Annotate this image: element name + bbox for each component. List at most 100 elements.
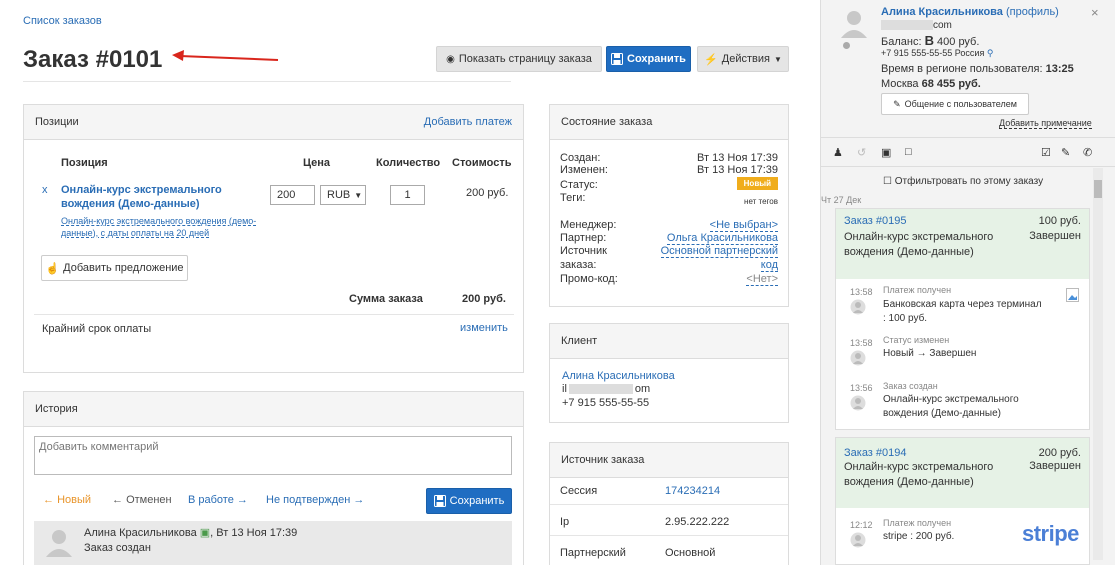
tags-label: Теги: xyxy=(560,192,586,204)
event-title: Платеж получен xyxy=(883,518,952,528)
comment-icon: ▣ xyxy=(199,527,211,539)
changed-label: Изменен: xyxy=(560,164,608,176)
annotation-arrow-icon xyxy=(172,50,279,61)
page-title: Заказ #0101 xyxy=(23,46,163,73)
chat-with-user-button[interactable]: ✎ Общение с пользователем xyxy=(881,93,1029,115)
check-tab-icon[interactable]: ☑ xyxy=(1041,146,1051,159)
order-event-card: Заказ #0195 100 руб. Онлайн-курс экстрем… xyxy=(835,208,1090,430)
order-link[interactable]: Заказ #0195 xyxy=(844,215,907,227)
quantity-input[interactable]: 1 xyxy=(390,185,425,205)
source-link[interactable]: Основной партнерский xyxy=(660,245,778,258)
event-title: Платеж получен xyxy=(883,285,952,295)
col-qty: Количество xyxy=(376,157,441,169)
phone-tab-icon[interactable]: ✆ xyxy=(1083,146,1092,159)
add-note-link[interactable]: Добавить примечание xyxy=(999,118,1092,129)
profile-link[interactable]: (профиль) xyxy=(1006,6,1059,18)
history-entry-meta: Алина Красильникова ▣, Вт 13 Ноя 17:39 xyxy=(84,527,298,539)
pencil-tab-icon[interactable]: ✎ xyxy=(1061,146,1070,159)
client-name-link[interactable]: Алина Красильникова xyxy=(562,370,675,382)
item-name-link[interactable]: Онлайн-курс экстремального вождения (Дем… xyxy=(61,183,246,211)
status-cancelled-link[interactable]: ← Отменен xyxy=(112,494,172,506)
partner-link[interactable]: Ольга Красильникова xyxy=(666,232,778,245)
cart-tab-icon[interactable]: ▣ xyxy=(881,146,891,159)
divider xyxy=(550,504,788,505)
status-in-progress-link[interactable]: В работе → xyxy=(188,494,248,506)
partner-source-label: Партнерский xyxy=(560,547,626,559)
session-link[interactable]: 174234214 xyxy=(665,485,720,497)
order-product: Онлайн-курс экстремального вождения (Дем… xyxy=(844,461,994,488)
col-cost: Стоимость xyxy=(452,157,512,169)
order-status: Завершен xyxy=(1029,460,1081,472)
tags-value[interactable]: нет тегов xyxy=(744,197,778,206)
order-source-header: Источник заказа xyxy=(550,443,788,478)
divider xyxy=(34,314,514,315)
title-divider xyxy=(23,81,511,82)
client-email: il om xyxy=(562,383,651,395)
show-order-page-button[interactable]: ◉ Показать страницу заказа xyxy=(436,46,602,72)
history-save-button[interactable]: Сохранить xyxy=(426,488,512,514)
client-header: Клиент xyxy=(550,324,788,359)
user-balance: Баланс: B 400 руб. xyxy=(881,33,980,48)
save-button[interactable]: Сохранить xyxy=(606,46,691,72)
event-text: stripe : 200 руб. xyxy=(883,531,955,542)
manager-select-link[interactable]: <Не выбран> xyxy=(709,219,778,232)
source-link-cont[interactable]: код xyxy=(760,259,778,272)
ip-label: Ip xyxy=(560,516,570,528)
filter-by-order[interactable]: ☐ Отфильтровать по этому заказу xyxy=(883,176,1043,187)
item-description[interactable]: Онлайн-курс экстремального вождения (дем… xyxy=(61,215,261,239)
order-product: Онлайн-курс экстремального вождения (Дем… xyxy=(844,231,994,258)
price-input[interactable]: 200 xyxy=(270,185,315,205)
user-name-link[interactable]: Алина Красильникова xyxy=(881,6,1003,18)
status-new-link[interactable]: ← Новый xyxy=(43,494,91,506)
user-sidebar: Алина Красильникова (профиль) × com Бала… xyxy=(820,0,1115,565)
document-tab-icon[interactable]: □ xyxy=(905,146,912,158)
add-offer-button[interactable]: ☝ Добавить предложение xyxy=(41,255,188,281)
history-entry: Алина Красильникова ▣, Вт 13 Ноя 17:39 З… xyxy=(34,521,512,565)
history-tab-icon[interactable]: ↺ xyxy=(857,146,866,159)
order-source-panel: Источник заказа Сессия 174234214 Ip 2.95… xyxy=(549,442,789,565)
order-event-card: Заказ #0194 200 руб. Онлайн-курс экстрем… xyxy=(835,437,1090,565)
client-panel: Клиент Алина Красильникова il om +7 915 5… xyxy=(549,323,789,423)
event-time: 13:58 xyxy=(850,287,873,297)
status-unconfirmed-link[interactable]: Не подтвержден → xyxy=(266,494,364,506)
user-name-line: Алина Красильникова (профиль) xyxy=(881,6,1059,18)
user-avatar-icon xyxy=(850,350,866,366)
search-icon[interactable]: ⚲ xyxy=(987,48,994,58)
order-link[interactable]: Заказ #0194 xyxy=(844,447,907,459)
event-title: Статус изменен xyxy=(883,335,950,345)
user-email: com xyxy=(881,20,952,31)
user-avatar-icon xyxy=(850,299,866,315)
stripe-logo: stripe xyxy=(1022,521,1079,546)
currency-select[interactable]: RUB ▼ xyxy=(320,185,366,205)
checkbox-icon[interactable]: ☐ xyxy=(883,176,892,187)
scrollbar[interactable] xyxy=(1093,168,1103,560)
order-card-head: Заказ #0194 200 руб. Онлайн-курс экстрем… xyxy=(836,438,1089,508)
promo-link[interactable]: <Нет> xyxy=(746,273,778,286)
remove-item-button[interactable]: x xyxy=(42,184,48,196)
col-position: Позиция xyxy=(61,157,108,169)
close-icon[interactable]: × xyxy=(1091,5,1099,20)
history-header: История xyxy=(24,392,523,427)
event-time: 12:12 xyxy=(850,520,873,530)
user-phone: +7 915 555-55-55 Россия ⚲ xyxy=(881,48,994,58)
user-tab-icon[interactable]: ♟ xyxy=(833,146,843,159)
scrollbar-thumb[interactable] xyxy=(1094,180,1102,198)
floppy-icon xyxy=(611,53,624,65)
comment-textarea[interactable]: Добавить комментарий xyxy=(34,436,512,475)
status-label: Статус: xyxy=(560,179,598,191)
promo-label: Промо-код: xyxy=(560,273,618,285)
event-title: Заказ создан xyxy=(883,381,938,391)
divider xyxy=(550,535,788,536)
order-card-head: Заказ #0195 100 руб. Онлайн-курс экстрем… xyxy=(836,209,1089,279)
deadline-change-link[interactable]: изменить xyxy=(460,322,508,334)
breadcrumb-orders-list[interactable]: Список заказов xyxy=(23,15,102,27)
created-value: Вт 13 Ноя 17:39 xyxy=(697,152,778,164)
changed-value: Вт 13 Ноя 17:39 xyxy=(697,164,778,176)
event-time: 13:56 xyxy=(850,383,873,393)
actions-dropdown-button[interactable]: ⚡ Действия ▼ xyxy=(697,46,789,72)
status-badge[interactable]: Новый xyxy=(736,177,778,190)
add-payment-link[interactable]: Добавить платеж xyxy=(424,116,512,128)
positions-panel: Позиции Добавить платеж Позиция Цена Кол… xyxy=(23,104,524,373)
user-avatar-icon xyxy=(841,11,867,38)
event-text: Новый → Завершен xyxy=(883,348,977,359)
